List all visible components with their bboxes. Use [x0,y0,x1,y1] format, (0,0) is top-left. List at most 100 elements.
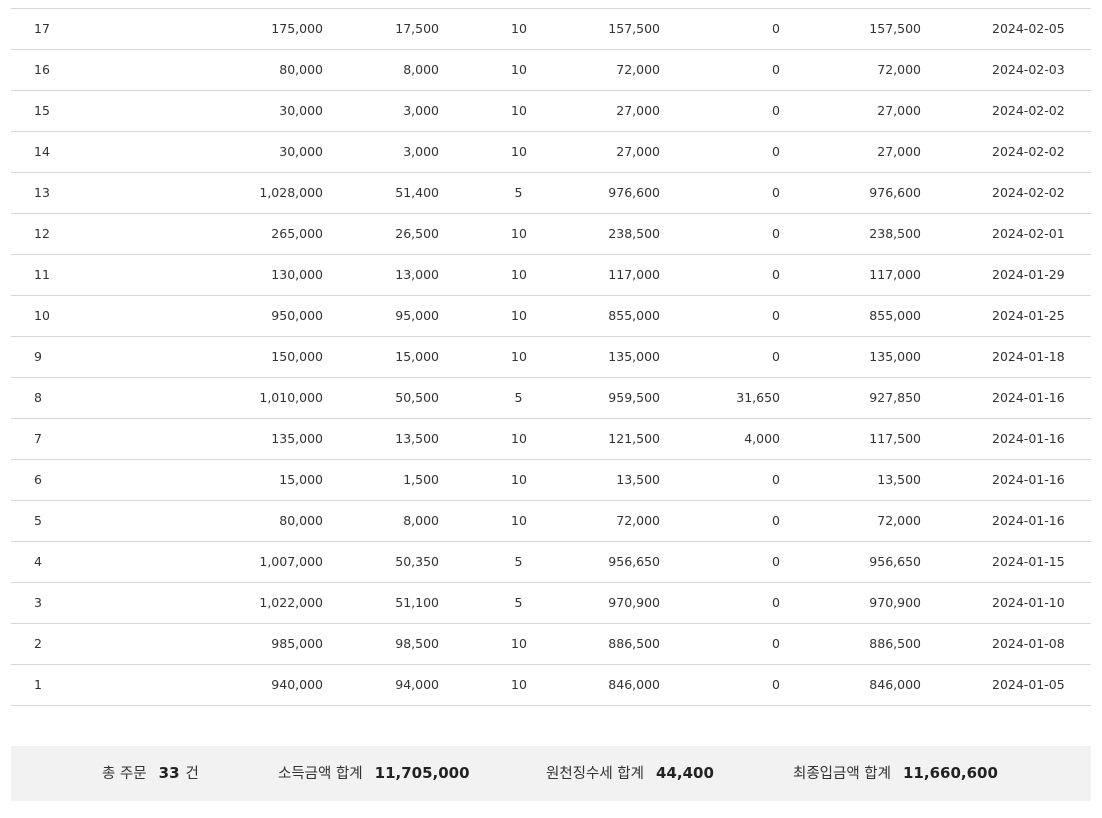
cell-date: 2024-02-02 [992,144,1065,159]
table-row: 2 985,000 98,500 10 886,500 0 886,500 2024-01-0… [11,624,1091,665]
summary-total-orders-label: 총 주문 [102,766,147,782]
cell-withholding-tax: 0 [772,267,780,282]
cell-withholding-tax: 0 [772,103,780,118]
cell-order-no: 4 [34,554,42,569]
cell-sales-amount: 1,007,000 [259,554,323,569]
table-row: 8 1,010,000 50,500 5 959,500 31,650 927,850 202… [11,378,1091,419]
summary-income-label: 소득금액 합계 [278,766,363,782]
cell-income-amount: 238,500 [608,226,660,241]
cell-final-deposit: 13,500 [877,472,921,487]
cell-fee-rate: 10 [511,513,527,528]
cell-final-deposit: 970,900 [869,595,921,610]
cell-income-amount: 117,000 [608,267,660,282]
cell-fee-rate: 10 [511,144,527,159]
cell-order-no: 13 [34,185,50,200]
table-row: 6 15,000 1,500 10 13,500 0 13,500 2024-01-16 [11,460,1091,501]
cell-fee-rate: 10 [511,267,527,282]
cell-withholding-tax: 4,000 [744,431,780,446]
summary-final-deposit-total: 최종입금액 합계 11,660,600 [793,746,998,802]
summary-total-orders-unit: 건 [185,766,199,782]
cell-final-deposit: 238,500 [869,226,921,241]
cell-order-no: 7 [34,431,42,446]
cell-sales-amount: 1,028,000 [259,185,323,200]
cell-withholding-tax: 0 [772,595,780,610]
cell-fee: 51,400 [395,185,439,200]
cell-final-deposit: 27,000 [877,144,921,159]
table-row: 16 80,000 8,000 10 72,000 0 72,000 2024-02-03 [11,50,1091,91]
cell-fee-rate: 10 [511,62,527,77]
cell-withholding-tax: 0 [772,21,780,36]
summary-total-orders: 총 주문 33 건 [102,746,199,802]
cell-income-amount: 855,000 [608,308,660,323]
cell-fee-rate: 5 [514,595,523,610]
cell-sales-amount: 150,000 [271,349,323,364]
cell-date: 2024-02-02 [992,185,1065,200]
cell-sales-amount: 15,000 [279,472,323,487]
cell-final-deposit: 27,000 [877,103,921,118]
cell-sales-amount: 985,000 [271,636,323,651]
cell-order-no: 14 [34,144,50,159]
cell-order-no: 8 [34,390,42,405]
cell-date: 2024-02-01 [992,226,1065,241]
cell-date: 2024-02-03 [992,62,1065,77]
cell-sales-amount: 940,000 [271,677,323,692]
cell-income-amount: 886,500 [608,636,660,651]
cell-fee: 17,500 [395,21,439,36]
cell-fee: 98,500 [395,636,439,651]
cell-withholding-tax: 0 [772,144,780,159]
cell-final-deposit: 855,000 [869,308,921,323]
cell-income-amount: 121,500 [608,431,660,446]
cell-fee-rate: 10 [511,431,527,446]
cell-order-no: 16 [34,62,50,77]
cell-income-amount: 956,650 [608,554,660,569]
cell-date: 2024-01-15 [992,554,1065,569]
summary-final-deposit-label: 최종입금액 합계 [793,766,891,782]
cell-date: 2024-01-08 [992,636,1065,651]
cell-final-deposit: 976,600 [869,185,921,200]
table-top-border [11,0,1091,9]
cell-fee: 8,000 [403,62,439,77]
table-row: 13 1,028,000 51,400 5 976,600 0 976,600 2024-02… [11,173,1091,214]
settlement-table: 17 175,000 17,500 10 157,500 0 157,500 2024-02-… [11,0,1091,706]
cell-date: 2024-01-16 [992,472,1065,487]
cell-fee: 1,500 [403,472,439,487]
cell-income-amount: 157,500 [608,21,660,36]
cell-fee: 15,000 [395,349,439,364]
cell-fee-rate: 10 [511,226,527,241]
summary-withholding-value: 44,400 [656,764,714,782]
summary-bar: 총 주문 33 건 소득금액 합계 11,705,000 원천징수세 합계 44,400… [11,746,1091,801]
cell-sales-amount: 175,000 [271,21,323,36]
cell-income-amount: 976,600 [608,185,660,200]
cell-final-deposit: 886,500 [869,636,921,651]
cell-withholding-tax: 0 [772,513,780,528]
cell-sales-amount: 1,010,000 [259,390,323,405]
cell-fee-rate: 10 [511,677,527,692]
cell-withholding-tax: 0 [772,677,780,692]
cell-fee-rate: 5 [514,554,523,569]
cell-fee-rate: 10 [511,349,527,364]
cell-date: 2024-01-16 [992,390,1065,405]
cell-fee: 26,500 [395,226,439,241]
cell-order-no: 17 [34,21,50,36]
cell-sales-amount: 265,000 [271,226,323,241]
cell-final-deposit: 956,650 [869,554,921,569]
table-row: 17 175,000 17,500 10 157,500 0 157,500 2024-02-… [11,9,1091,50]
cell-fee: 50,350 [395,554,439,569]
cell-date: 2024-01-25 [992,308,1065,323]
cell-order-no: 1 [34,677,42,692]
cell-fee: 94,000 [395,677,439,692]
cell-income-amount: 135,000 [608,349,660,364]
cell-income-amount: 72,000 [616,513,660,528]
cell-withholding-tax: 0 [772,349,780,364]
cell-sales-amount: 80,000 [279,62,323,77]
cell-date: 2024-02-05 [992,21,1065,36]
cell-order-no: 10 [34,308,50,323]
cell-fee: 51,100 [395,595,439,610]
cell-fee-rate: 10 [511,21,527,36]
cell-withholding-tax: 0 [772,554,780,569]
table-row: 15 30,000 3,000 10 27,000 0 27,000 2024-02-02 [11,91,1091,132]
cell-order-no: 11 [34,267,50,282]
cell-final-deposit: 157,500 [869,21,921,36]
cell-final-deposit: 135,000 [869,349,921,364]
cell-order-no: 9 [34,349,42,364]
